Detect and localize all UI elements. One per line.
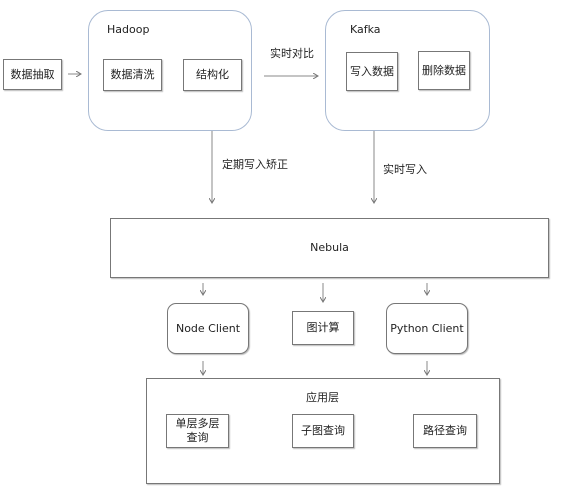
- path-label: 路径查询: [423, 424, 467, 437]
- clean-label: 数据清洗: [110, 68, 155, 81]
- node-client-box: Node Client: [167, 303, 249, 354]
- multi-hop-label: 单层多层查询: [175, 417, 220, 444]
- path-box: 路径查询: [413, 414, 477, 448]
- periodic-label: 定期写入矫正: [222, 158, 288, 171]
- nebula-label: Nebula: [310, 241, 349, 254]
- structure-box: 结构化: [183, 59, 242, 91]
- delete-label: 删除数据: [422, 63, 466, 77]
- clean-box: 数据清洗: [103, 59, 162, 91]
- subgraph-label: 子图查询: [301, 424, 345, 437]
- delete-box: 删除数据: [418, 51, 470, 90]
- python-client-box: Python Client: [386, 303, 468, 354]
- python-client-label: Python Client: [390, 321, 464, 335]
- realtime-label: 实时写入: [383, 163, 427, 176]
- structure-label: 结构化: [196, 68, 229, 81]
- write-label: 写入数据: [350, 64, 394, 78]
- extract-box: 数据抽取: [3, 59, 62, 90]
- multi-hop-box: 单层多层查询: [166, 414, 229, 448]
- extract-label: 数据抽取: [10, 67, 55, 81]
- subgraph-box: 子图查询: [292, 414, 354, 448]
- write-box: 写入数据: [346, 52, 398, 91]
- kafka-title: Kafka: [350, 23, 381, 36]
- node-client-label: Node Client: [175, 321, 241, 335]
- hadoop-title: Hadoop: [107, 23, 150, 36]
- graph-compute-box: 图计算: [292, 311, 354, 345]
- nebula-box: Nebula: [110, 218, 549, 278]
- compare-label: 实时对比: [270, 47, 314, 60]
- graph-compute-label: 图计算: [306, 321, 340, 334]
- app-layer-title: 应用层: [306, 391, 339, 404]
